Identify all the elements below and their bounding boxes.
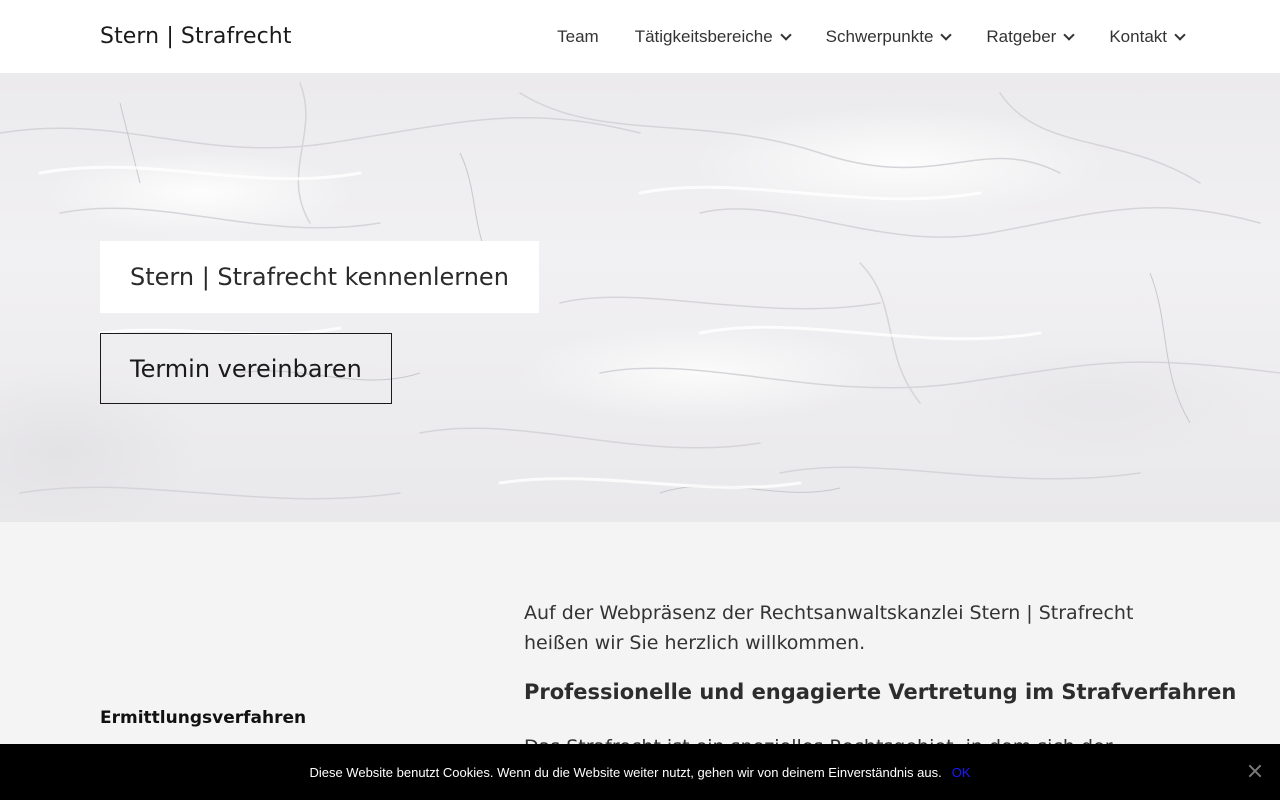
chevron-down-icon [940,28,953,41]
nav-item-schwerpunkte[interactable]: Schwerpunkte [825,26,953,47]
appointment-button[interactable]: Termin vereinbaren [100,333,392,404]
nav-item-team[interactable]: Team [557,27,599,47]
cookie-banner: Diese Website benutzt Cookies. Wenn du d… [0,744,1280,800]
site-header: Stern | Strafrecht Team Tätigkeitsbereic… [0,0,1280,73]
nav-item-taetigkeitsbereiche[interactable]: Tätigkeitsbereiche [634,26,792,47]
hero-title: Stern | Strafrecht kennenlernen [130,263,509,291]
nav-item-ratgeber[interactable]: Ratgeber [986,26,1076,47]
nav-item-label: Ratgeber [986,26,1057,46]
hero-section: Stern | Strafrecht kennenlernen Termin v… [0,73,1280,522]
cookie-ok-button[interactable]: OK [952,765,971,780]
close-icon[interactable] [1248,764,1262,778]
cookie-message: Diese Website benutzt Cookies. Wenn du d… [309,764,942,780]
chevron-down-icon [1063,28,1076,41]
sidebar-heading: Ermittlungsverfahren [100,708,307,728]
nav-item-label: Schwerpunkte [825,26,934,46]
chevron-down-icon [780,28,792,41]
hero-title-box: Stern | Strafrecht kennenlernen [100,241,539,313]
nav-item-kontakt[interactable]: Kontakt [1109,26,1186,47]
site-logo[interactable]: Stern | Strafrecht [100,24,292,49]
section-heading: Professionelle und engagierte Vertretung… [524,680,1237,704]
nav-item-label: Tätigkeitsbereiche [634,26,773,46]
nav-item-label: Team [557,26,599,46]
nav-item-label: Kontakt [1109,26,1167,46]
appointment-button-label: Termin vereinbaren [130,354,362,383]
chevron-down-icon [1174,28,1186,41]
intro-text: Auf der Webpräsenz der Rechtsanwaltskanz… [524,602,1134,654]
main-nav: Team Tätigkeitsbereiche Schwerpunkte Rat… [557,26,1186,47]
